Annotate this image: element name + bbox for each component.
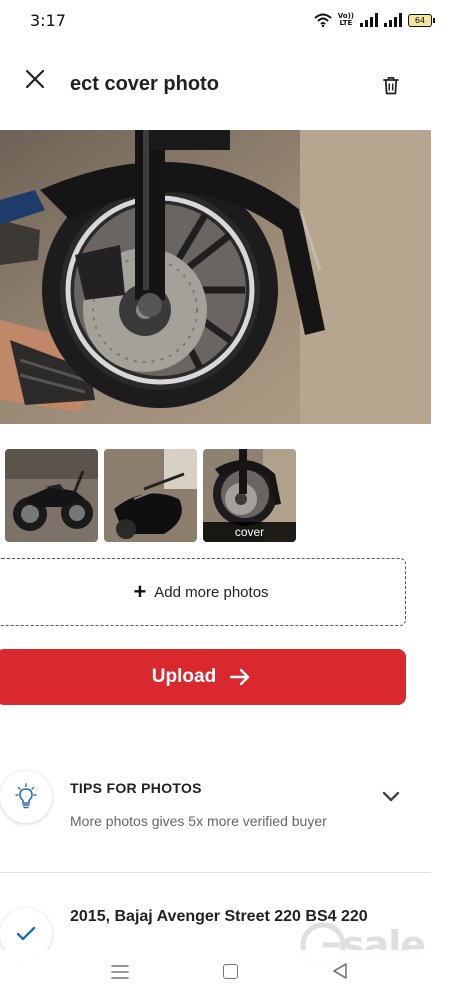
page-title: ect cover photo	[70, 73, 219, 95]
battery-icon: 64	[408, 13, 435, 27]
main-photo[interactable]	[0, 130, 431, 424]
thumbnail-strip: cover	[5, 449, 296, 542]
battery-level: 64	[414, 15, 426, 25]
section-divider	[0, 872, 431, 873]
upload-label: Upload	[151, 666, 217, 687]
add-more-photos-button[interactable]: + Add more photos	[0, 558, 406, 626]
close-icon	[26, 70, 44, 88]
upload-button[interactable]: Upload	[0, 649, 406, 705]
cover-label: cover	[203, 522, 296, 542]
thumbnail-1[interactable]	[5, 449, 98, 542]
menu-icon[interactable]	[111, 964, 129, 980]
status-time: 3:17	[30, 11, 66, 30]
trash-icon	[383, 76, 399, 94]
system-nav-bar	[0, 950, 462, 1000]
wifi-icon	[314, 13, 332, 27]
listing-title: 2015, Bajaj Avenger Street 220 BS4 220	[70, 908, 368, 925]
status-bar: 3:17 Vo)) LTE 64	[0, 0, 462, 40]
home-icon[interactable]	[223, 964, 238, 979]
arrow-right-icon	[230, 668, 250, 686]
add-more-photos-label: Add more photos	[154, 583, 269, 601]
close-button[interactable]	[22, 66, 48, 92]
thumbnail-3-cover[interactable]: cover	[203, 449, 296, 542]
volte-icon: Vo)) LTE	[337, 12, 354, 27]
motorcycle-side-photo	[5, 449, 98, 542]
status-icons: Vo)) LTE 64	[314, 11, 435, 29]
signal-icon	[360, 13, 378, 27]
tips-icon-badge	[0, 771, 52, 823]
plus-icon: +	[133, 579, 147, 604]
tips-title: TIPS FOR PHOTOS	[70, 780, 202, 796]
chevron-down-icon	[382, 791, 400, 802]
signal-icon-2	[384, 13, 402, 27]
tips-text: More photos gives 5x more verified buyer	[70, 813, 327, 829]
motorcycle-front-wheel-photo	[0, 130, 431, 424]
back-icon[interactable]	[331, 962, 349, 980]
motorcycle-tank-photo	[104, 449, 197, 542]
check-icon	[16, 926, 36, 941]
thumbnail-2[interactable]	[104, 449, 197, 542]
tips-expand-button[interactable]	[380, 786, 402, 806]
lightbulb-icon	[15, 783, 37, 809]
delete-button[interactable]	[378, 70, 404, 100]
